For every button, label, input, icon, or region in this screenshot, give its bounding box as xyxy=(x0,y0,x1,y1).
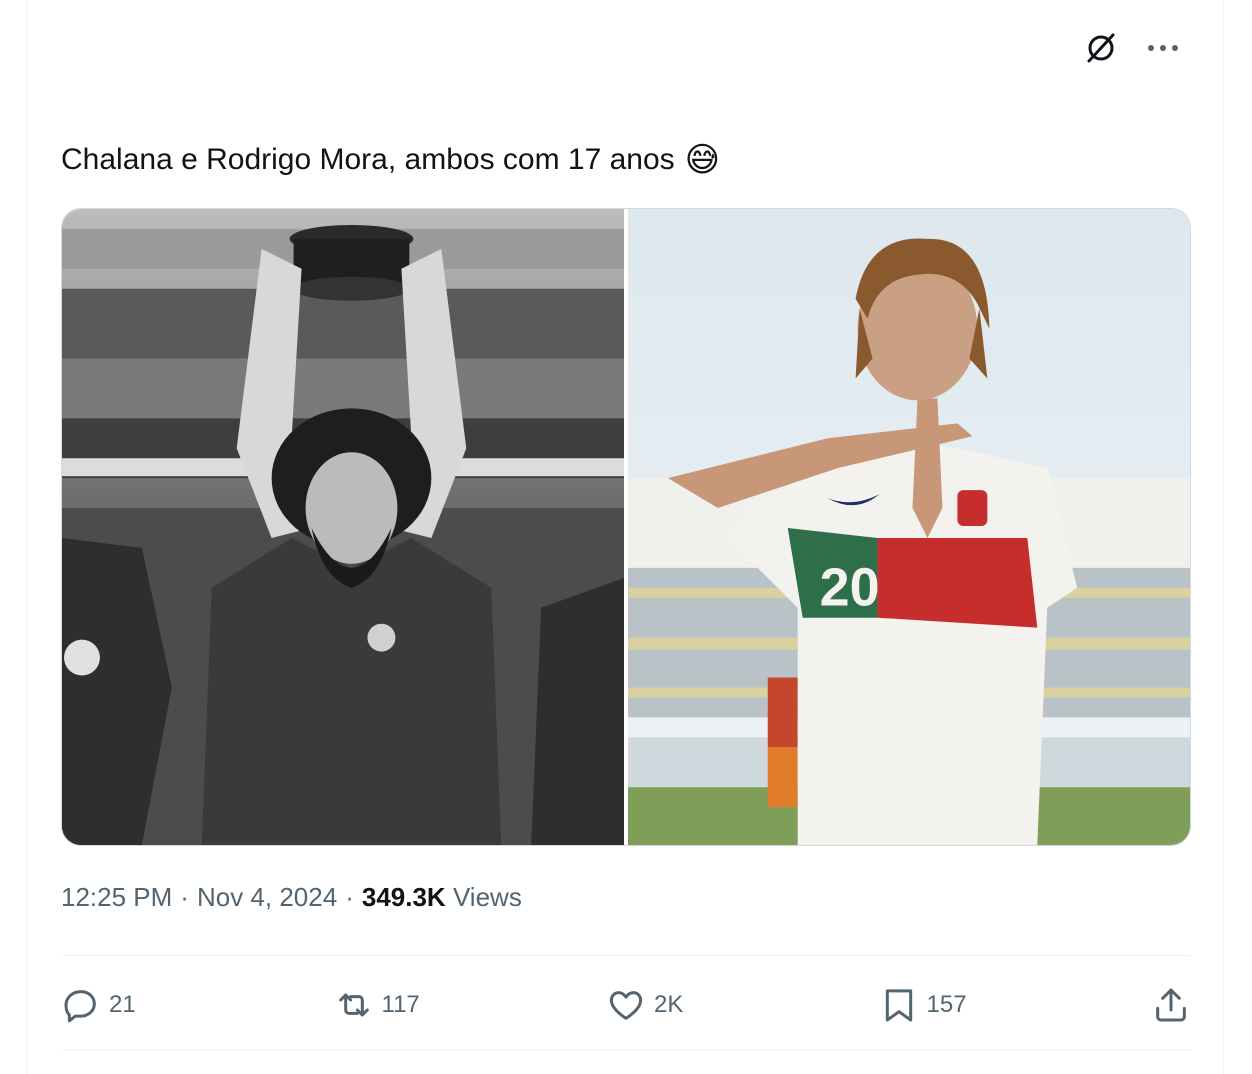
tweet-actions: 21 117 2K 157 xyxy=(61,975,1191,1035)
like-count: 2K xyxy=(654,991,684,1018)
divider xyxy=(61,1050,1191,1051)
media-photo-2[interactable]: 20 xyxy=(628,209,1190,845)
sweat-smile-emoji: 😅 xyxy=(684,141,721,179)
share-button[interactable] xyxy=(1151,985,1191,1025)
reply-button[interactable]: 21 xyxy=(61,985,261,1025)
like-icon xyxy=(609,991,643,1020)
svg-text:20: 20 xyxy=(820,558,880,618)
bookmark-count: 157 xyxy=(926,991,967,1018)
views-label: Views xyxy=(452,882,522,912)
tweet-date[interactable]: Nov 4, 2024 xyxy=(197,882,337,913)
repost-icon xyxy=(338,993,369,1017)
meta-separator: · xyxy=(345,882,354,912)
views-count[interactable]: 349.3K xyxy=(362,882,446,912)
media-photo-1[interactable] xyxy=(62,209,624,845)
more-icon[interactable] xyxy=(1143,28,1183,68)
bookmark-button[interactable]: 157 xyxy=(879,985,1079,1025)
grok-icon[interactable] xyxy=(1081,28,1121,68)
tweet-time[interactable]: 12:25 PM xyxy=(61,882,172,913)
meta-separator: · xyxy=(180,882,189,912)
bookmark-icon xyxy=(885,989,912,1022)
divider xyxy=(61,955,1191,956)
tweet-text: Chalana e Rodrigo Mora, ambos com 17 ano… xyxy=(61,138,720,182)
tweet-card: Chalana e Rodrigo Mora, ambos com 17 ano… xyxy=(26,0,1224,1074)
reply-count: 21 xyxy=(109,991,136,1018)
repost-count: 117 xyxy=(381,991,420,1018)
repost-button[interactable]: 117 xyxy=(334,985,534,1025)
tweet-meta: 12:25 PM · Nov 4, 2024 · 349.3K Views xyxy=(61,882,522,913)
tweet-media: 20 xyxy=(61,208,1191,846)
reply-icon xyxy=(64,990,96,1023)
tweet-top-actions xyxy=(1081,28,1183,68)
share-icon xyxy=(1156,988,1186,1022)
tweet-text-content: Chalana e Rodrigo Mora, ambos com 17 ano… xyxy=(61,143,675,176)
like-button[interactable]: 2K xyxy=(606,985,806,1025)
